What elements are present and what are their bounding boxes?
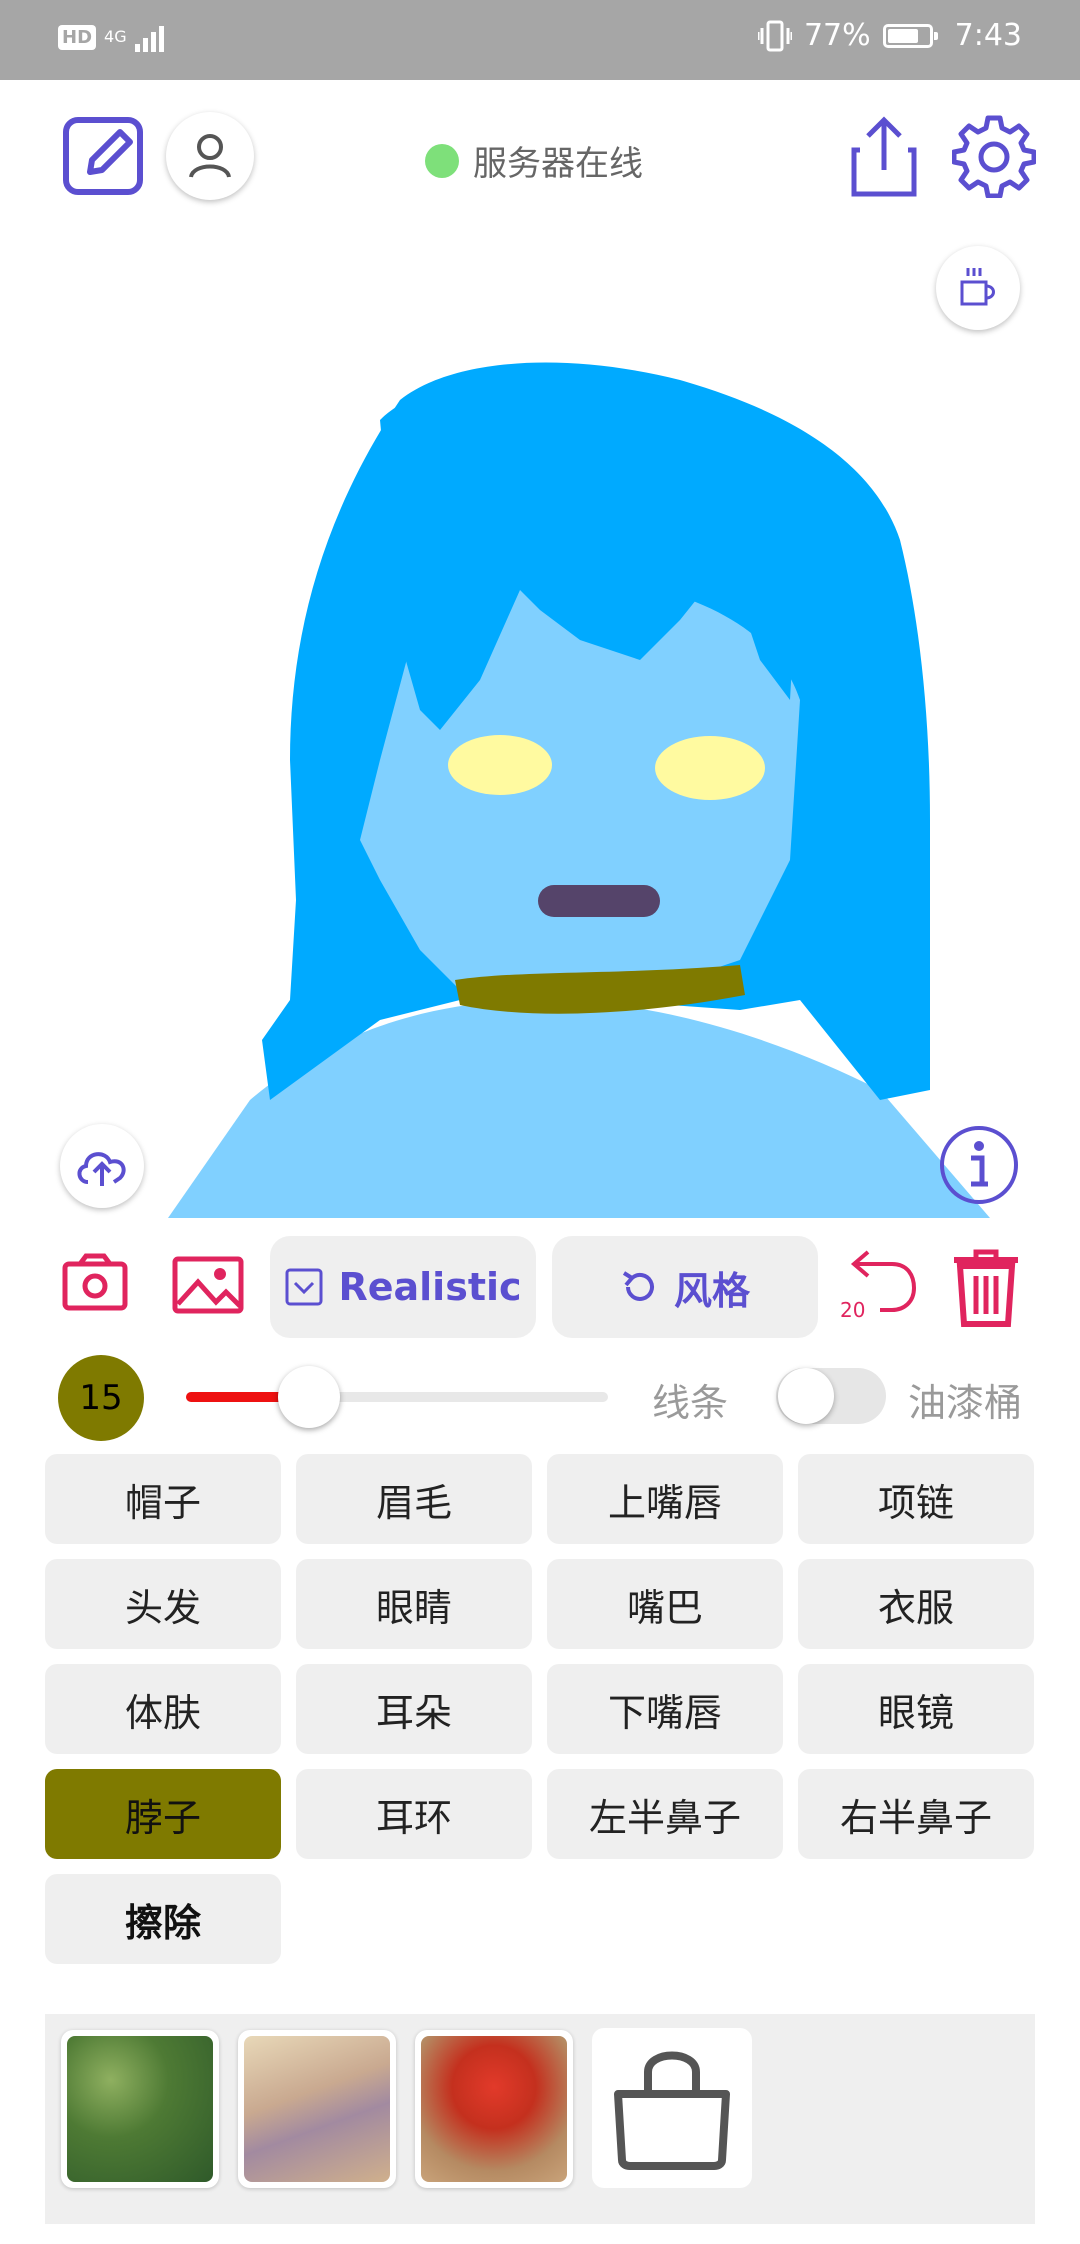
label-hair[interactable]: 头发 [45, 1559, 281, 1649]
paint-bucket-label: 油漆桶 [908, 1381, 1023, 1425]
brush-size-value: 15 [79, 1378, 123, 1418]
label-lower-lip[interactable]: 下嘴唇 [547, 1664, 783, 1754]
label-eyes[interactable]: 眼睛 [296, 1559, 532, 1649]
online-dot [425, 143, 459, 178]
label-upper-lip[interactable]: 上嘴唇 [547, 1454, 783, 1544]
label-hat[interactable]: 帽子 [45, 1454, 281, 1544]
undo-count: 20 [840, 1298, 866, 1322]
trash-icon[interactable] [950, 1246, 1022, 1328]
vibrate-icon [757, 20, 792, 51]
refresh-icon [622, 1271, 654, 1301]
style-thumbnail[interactable] [415, 2030, 573, 2188]
label-earrings[interactable]: 耳环 [296, 1769, 532, 1859]
label-necklace[interactable]: 项链 [798, 1454, 1034, 1544]
settings-gear-icon[interactable] [952, 114, 1036, 198]
user-icon [189, 134, 231, 178]
battery-percent: 77% [803, 18, 871, 53]
style-label: 风格 [673, 1268, 750, 1313]
edit-icon[interactable] [62, 112, 148, 198]
signal-icon [134, 26, 164, 52]
label-erase[interactable]: 擦除 [45, 1874, 281, 1964]
shopping-bag-icon [614, 2051, 730, 2170]
style-thumbnail[interactable] [61, 2030, 219, 2188]
status-bar: HD 4G 77% 7:43 [0, 0, 1080, 80]
info-icon[interactable] [938, 1124, 1020, 1206]
hd-badge: HD [58, 24, 97, 50]
cloud-upload-icon [77, 1152, 126, 1186]
user-avatar-button[interactable] [166, 112, 254, 200]
network-type: 4G [104, 27, 127, 46]
status-right: 77% 7:43 [757, 18, 1022, 53]
label-eyebrows[interactable]: 眉毛 [296, 1454, 532, 1544]
model-select-button[interactable]: Realistic [270, 1236, 536, 1338]
camera-icon[interactable] [62, 1252, 128, 1312]
label-left-nose[interactable]: 左半鼻子 [547, 1769, 783, 1859]
dropdown-box-icon [285, 1268, 323, 1306]
paint-bucket-toggle[interactable] [776, 1368, 886, 1424]
style-button[interactable]: 风格 [552, 1236, 818, 1338]
brush-size-indicator: 15 [58, 1355, 144, 1441]
shop-bag-button[interactable] [592, 2028, 752, 2188]
face-drawing [168, 362, 990, 1218]
model-label: Realistic [338, 1265, 522, 1309]
clock: 7:43 [954, 18, 1022, 53]
image-gallery-icon[interactable] [172, 1256, 244, 1314]
share-icon[interactable] [848, 114, 920, 200]
battery-icon [882, 23, 938, 48]
label-skin[interactable]: 体肤 [45, 1664, 281, 1754]
server-status-text: 服务器在线 [473, 144, 643, 184]
label-clothes[interactable]: 衣服 [798, 1559, 1034, 1649]
status-left: HD 4G [58, 22, 171, 52]
label-ears[interactable]: 耳朵 [296, 1664, 532, 1754]
lines-mode-label: 线条 [652, 1381, 729, 1425]
label-neck-selected[interactable]: 脖子 [45, 1769, 281, 1859]
drawing-canvas[interactable] [0, 300, 1080, 1220]
server-status: 服务器在线 [425, 136, 643, 185]
style-thumbnail-tray [45, 2014, 1035, 2224]
label-right-nose[interactable]: 右半鼻子 [798, 1769, 1034, 1859]
undo-button[interactable]: 20 [838, 1246, 918, 1326]
cloud-upload-button[interactable] [60, 1124, 144, 1208]
style-thumbnail[interactable] [238, 2030, 396, 2188]
label-glasses[interactable]: 眼镜 [798, 1664, 1034, 1754]
label-mouth[interactable]: 嘴巴 [547, 1559, 783, 1649]
brush-size-thumb[interactable] [278, 1366, 340, 1428]
